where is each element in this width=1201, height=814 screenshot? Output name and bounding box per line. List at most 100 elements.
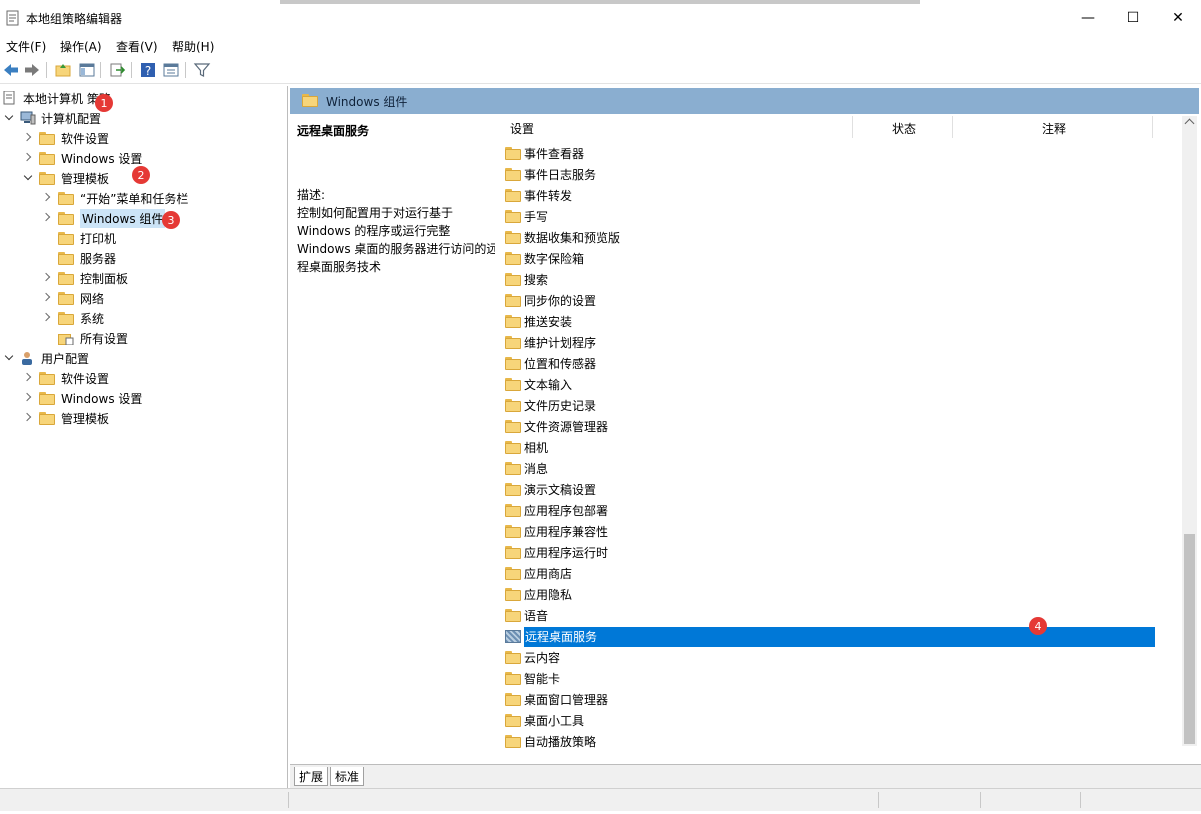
maximize-button[interactable]: ☐	[1110, 0, 1156, 36]
tree-item-windows-settings[interactable]: Windows 设置	[23, 148, 142, 168]
chevron-right-icon[interactable]	[42, 213, 52, 223]
tree-item-network[interactable]: 网络	[42, 288, 104, 308]
folder-icon	[39, 131, 55, 145]
list-item[interactable]: 桌面窗口管理器	[505, 689, 1155, 710]
menu-file[interactable]: 文件(F)	[6, 38, 46, 55]
list-item-selected[interactable]: 远程桌面服务	[505, 626, 1155, 647]
list-item-label: 应用商店	[524, 567, 573, 581]
chevron-right-icon[interactable]	[42, 273, 52, 283]
tree-item-user-software-settings[interactable]: 软件设置	[23, 368, 109, 388]
column-header-state[interactable]: 状态	[892, 116, 916, 140]
tree-item-server[interactable]: 服务器	[58, 248, 116, 268]
list-item[interactable]: 事件日志服务	[505, 164, 1155, 185]
list-item[interactable]: 应用程序包部署	[505, 500, 1155, 521]
tree-item-printers[interactable]: 打印机	[58, 228, 116, 248]
settings-list: 设置 状态 注释 事件查看器 事件日志服务 事件转发 手写 数据收集和预览版数字保险箱搜…	[495, 114, 1201, 764]
list-item[interactable]: 同步你的设置	[505, 290, 1155, 311]
tree-label: 软件设置	[61, 371, 110, 386]
tree-item-admin-templates[interactable]: 管理模板	[23, 168, 109, 188]
chevron-right-icon[interactable]	[23, 153, 33, 163]
list-item[interactable]: 文件历史记录	[505, 395, 1155, 416]
tree-item-computer-config[interactable]: 计算机配置	[4, 108, 101, 128]
toolbar: ?	[0, 57, 1201, 84]
list-item[interactable]: 事件查看器	[505, 143, 1155, 164]
list-item[interactable]: 位置和传感器	[505, 353, 1155, 374]
folder-icon	[505, 672, 521, 685]
list-item[interactable]: 数字保险箱	[505, 248, 1155, 269]
show-hide-tree-icon[interactable]	[78, 61, 96, 79]
folder-icon	[505, 378, 521, 391]
list-item[interactable]: 桌面小工具	[505, 710, 1155, 731]
chevron-right-icon[interactable]	[23, 133, 33, 143]
list-item[interactable]: 智能卡	[505, 668, 1155, 689]
tree-label: Windows 设置	[61, 391, 143, 406]
tree-label: 系统	[80, 311, 105, 326]
folder-icon	[505, 588, 521, 601]
tree-item-user-windows-settings[interactable]: Windows 设置	[23, 388, 142, 408]
minimize-button[interactable]: —	[1065, 0, 1111, 36]
list-item[interactable]: 搜索	[505, 269, 1155, 290]
up-folder-icon[interactable]	[54, 61, 72, 79]
close-button[interactable]: ✕	[1155, 0, 1201, 36]
list-item[interactable]: 手写	[505, 206, 1155, 227]
chevron-right-icon[interactable]	[42, 313, 52, 323]
list-item[interactable]: 应用程序运行时	[505, 542, 1155, 563]
tree-item-all-settings[interactable]: 所有设置	[58, 328, 128, 348]
tab-standard[interactable]: 标准	[330, 767, 365, 786]
list-item[interactable]: 推送安装	[505, 311, 1155, 332]
list-item[interactable]: 应用程序兼容性	[505, 521, 1155, 542]
help-icon[interactable]: ?	[139, 61, 157, 79]
list-item[interactable]: 事件转发	[505, 185, 1155, 206]
chevron-right-icon[interactable]	[23, 373, 33, 383]
menu-action[interactable]: 操作(A)	[60, 38, 102, 55]
scrollbar-thumb[interactable]	[1184, 534, 1195, 744]
list-item[interactable]: 演示文稿设置	[505, 479, 1155, 500]
list-item[interactable]: 自动播放策略	[505, 731, 1155, 752]
tree-item-start-menu[interactable]: “开始”菜单和任务栏	[42, 188, 188, 208]
folder-icon	[505, 546, 521, 559]
chevron-right-icon[interactable]	[23, 393, 33, 403]
tree-item-windows-components[interactable]: Windows 组件	[42, 208, 166, 228]
list-item[interactable]: 文本输入	[505, 374, 1155, 395]
tree-item-control-panel[interactable]: 控制面板	[42, 268, 128, 288]
chevron-right-icon[interactable]	[42, 193, 52, 203]
properties-icon[interactable]	[162, 61, 180, 79]
tab-extended[interactable]: 扩展	[294, 767, 329, 786]
forward-arrow-icon[interactable]	[23, 61, 41, 79]
list-item[interactable]: 维护计划程序	[505, 332, 1155, 353]
tree-label: 计算机配置	[41, 111, 102, 126]
export-list-icon[interactable]	[108, 61, 126, 79]
folder-icon	[58, 311, 74, 325]
chevron-down-icon[interactable]	[4, 353, 14, 363]
folder-icon	[505, 231, 521, 244]
tree-item-user-config[interactable]: 用户配置	[4, 348, 89, 368]
chevron-down-icon[interactable]	[23, 173, 33, 183]
filter-icon[interactable]	[193, 61, 211, 79]
tree-item-software-settings[interactable]: 软件设置	[23, 128, 109, 148]
menu-view[interactable]: 查看(V)	[116, 38, 158, 55]
list-item[interactable]: 语音	[505, 605, 1155, 626]
folder-icon	[505, 168, 521, 181]
vertical-scrollbar[interactable]	[1182, 116, 1197, 746]
list-item-label: 语音	[524, 609, 549, 623]
column-header-comment[interactable]: 注释	[1042, 116, 1066, 140]
tree-item-user-admin-templates[interactable]: 管理模板	[23, 408, 109, 428]
list-item[interactable]: 应用隐私	[505, 584, 1155, 605]
column-header-setting[interactable]: 设置	[510, 116, 534, 140]
list-item[interactable]: 消息	[505, 458, 1155, 479]
list-item-label: 文件历史记录	[524, 399, 597, 413]
list-item[interactable]: 相机	[505, 437, 1155, 458]
tree-item-system[interactable]: 系统	[42, 308, 104, 328]
back-arrow-icon[interactable]	[2, 61, 20, 79]
chevron-right-icon[interactable]	[23, 413, 33, 423]
scroll-up-arrow-icon[interactable]	[1184, 118, 1195, 129]
chevron-right-icon[interactable]	[42, 293, 52, 303]
menu-help[interactable]: 帮助(H)	[172, 38, 214, 55]
chevron-down-icon[interactable]	[4, 113, 14, 123]
list-item[interactable]: 云内容	[505, 647, 1155, 668]
list-item-label: 数字保险箱	[524, 252, 585, 266]
folder-icon	[505, 420, 521, 433]
list-item[interactable]: 应用商店	[505, 563, 1155, 584]
list-item[interactable]: 文件资源管理器	[505, 416, 1155, 437]
list-item[interactable]: 数据收集和预览版	[505, 227, 1155, 248]
